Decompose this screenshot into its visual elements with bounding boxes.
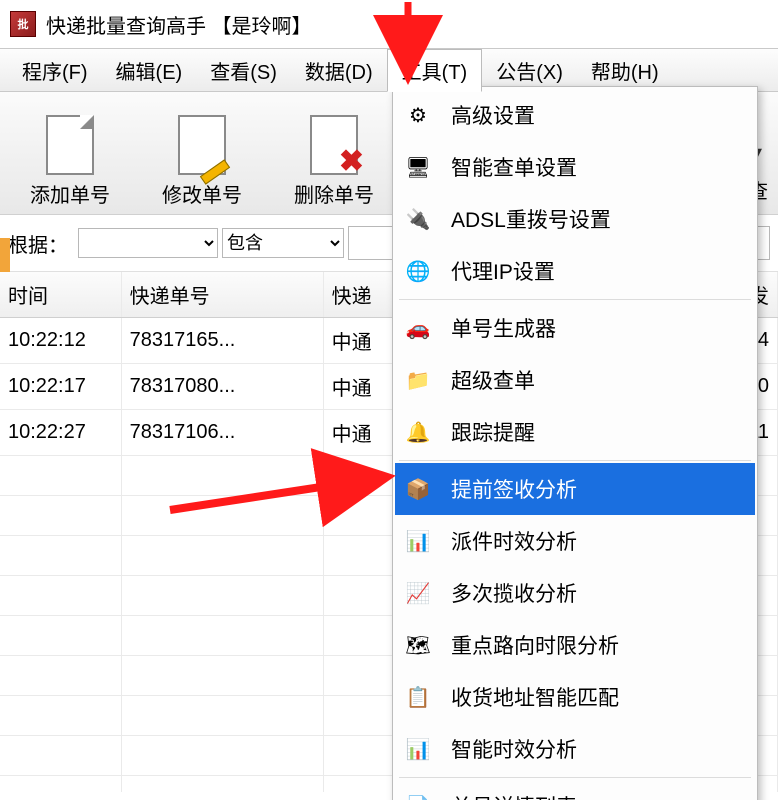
titlebar: 批 快递批量查询高手 【是玲啊】 — [0, 0, 778, 48]
menu-item-tracking-detail-list[interactable]: 📄 单号详情列表 — [395, 780, 755, 800]
col-time-header[interactable]: 时间 — [0, 272, 121, 318]
cell-time: 10:22:27 — [0, 410, 121, 456]
advanced-settings-icon: ⚙ — [403, 100, 433, 130]
file-add-icon — [42, 113, 98, 177]
menu-data[interactable]: 数据(D) — [291, 50, 387, 91]
edit-tracking-button[interactable]: 修改单号 — [136, 113, 268, 208]
add-tracking-label: 添加单号 — [30, 179, 110, 208]
tracking-reminder-icon: 🔔 — [403, 417, 433, 447]
cell-company: 中通 — [323, 410, 394, 456]
menu-item-tracking-generator[interactable]: 🚗 单号生成器 — [395, 302, 755, 354]
super-query-icon: 📁 — [403, 365, 433, 395]
multi-pickup-analysis-icon: 📈 — [403, 578, 433, 608]
menu-item-label: 超级查单 — [451, 365, 535, 395]
menu-item-label: 单号详情列表 — [451, 791, 577, 800]
menu-notice[interactable]: 公告(X) — [482, 50, 577, 91]
menu-item-label: 跟踪提醒 — [451, 417, 535, 447]
menu-item-label: 收货地址智能匹配 — [451, 682, 619, 712]
early-sign-analysis-icon: 📦 — [403, 474, 433, 504]
cell-time: 10:22:17 — [0, 364, 121, 410]
add-tracking-button[interactable]: 添加单号 — [4, 113, 136, 208]
file-delete-icon — [306, 113, 362, 177]
menu-item-label: 智能查单设置 — [451, 152, 577, 182]
address-match-icon: 📋 — [403, 682, 433, 712]
app-window: 批 快递批量查询高手 【是玲啊】 程序(F) 编辑(E) 查看(S) 数据(D)… — [0, 0, 778, 800]
menu-item-label: ADSL重拨号设置 — [451, 204, 611, 234]
menu-separator — [399, 777, 751, 778]
smart-query-settings-icon: 🖥 — [403, 152, 433, 182]
menu-tools[interactable]: 工具(T) — [387, 49, 483, 92]
route-time-analysis-icon: 🗺 — [403, 630, 433, 660]
menu-item-super-query[interactable]: 📁 超级查单 — [395, 354, 755, 406]
filter-root-label: 根据： — [8, 229, 68, 258]
menu-edit[interactable]: 编辑(E) — [102, 50, 197, 91]
menu-view[interactable]: 查看(S) — [196, 50, 291, 91]
menu-separator — [399, 299, 751, 300]
menu-program[interactable]: 程序(F) — [8, 50, 102, 91]
cell-time: 10:22:12 — [0, 318, 121, 364]
delete-tracking-label: 删除单号 — [294, 179, 374, 208]
file-edit-icon — [174, 113, 230, 177]
cell-company: 中通 — [323, 318, 394, 364]
menu-item-tracking-reminder[interactable]: 🔔 跟踪提醒 — [395, 406, 755, 458]
menu-item-label: 智能时效分析 — [451, 734, 577, 764]
smart-time-analysis-icon: 📊 — [403, 734, 433, 764]
menu-item-label: 提前签收分析 — [451, 474, 577, 504]
menu-item-route-time-analysis[interactable]: 🗺 重点路向时限分析 — [395, 619, 755, 671]
tools-dropdown: ⚙ 高级设置 🖥 智能查单设置 🔌 ADSL重拨号设置 🌐 代理IP设置 🚗 单号生成器 📁 超级查单… — [392, 86, 758, 800]
filter-op-select[interactable]: 包含 — [222, 228, 344, 258]
menu-item-label: 多次揽收分析 — [451, 578, 577, 608]
menu-item-early-sign-analysis[interactable]: 📦 提前签收分析 — [395, 463, 755, 515]
menu-item-label: 重点路向时限分析 — [451, 630, 619, 660]
col-track-header[interactable]: 快递单号 — [121, 272, 323, 318]
col-company-header[interactable]: 快递 — [323, 272, 394, 318]
filter-field-select[interactable] — [78, 228, 218, 258]
menu-item-label: 单号生成器 — [451, 313, 556, 343]
adsl-redial-settings-icon: 🔌 — [403, 204, 433, 234]
menu-item-smart-query-settings[interactable]: 🖥 智能查单设置 — [395, 141, 755, 193]
menu-item-label: 高级设置 — [451, 100, 535, 130]
window-title: 快递批量查询高手 【是玲啊】 — [46, 10, 312, 39]
menu-item-label: 派件时效分析 — [451, 526, 577, 556]
cell-track: 78317165... — [121, 318, 323, 364]
tracking-detail-list-icon: 📄 — [403, 791, 433, 800]
menu-item-adsl-redial-settings[interactable]: 🔌 ADSL重拨号设置 — [395, 193, 755, 245]
cell-track: 78317080... — [121, 364, 323, 410]
proxy-ip-settings-icon: 🌐 — [403, 256, 433, 286]
menu-help[interactable]: 帮助(H) — [577, 50, 673, 91]
edit-tracking-label: 修改单号 — [162, 179, 242, 208]
menu-item-smart-time-analysis[interactable]: 📊 智能时效分析 — [395, 723, 755, 775]
delivery-time-analysis-icon: 📊 — [403, 526, 433, 556]
delete-tracking-button[interactable]: 删除单号 — [268, 113, 400, 208]
menu-item-advanced-settings[interactable]: ⚙ 高级设置 — [395, 89, 755, 141]
menu-item-multi-pickup-analysis[interactable]: 📈 多次揽收分析 — [395, 567, 755, 619]
cell-track: 78317106... — [121, 410, 323, 456]
menu-item-delivery-time-analysis[interactable]: 📊 派件时效分析 — [395, 515, 755, 567]
menu-separator — [399, 460, 751, 461]
cell-company: 中通 — [323, 364, 394, 410]
menu-item-proxy-ip-settings[interactable]: 🌐 代理IP设置 — [395, 245, 755, 297]
tracking-generator-icon: 🚗 — [403, 313, 433, 343]
menu-item-address-match[interactable]: 📋 收货地址智能匹配 — [395, 671, 755, 723]
menu-item-label: 代理IP设置 — [451, 256, 555, 286]
app-icon: 批 — [10, 11, 36, 37]
